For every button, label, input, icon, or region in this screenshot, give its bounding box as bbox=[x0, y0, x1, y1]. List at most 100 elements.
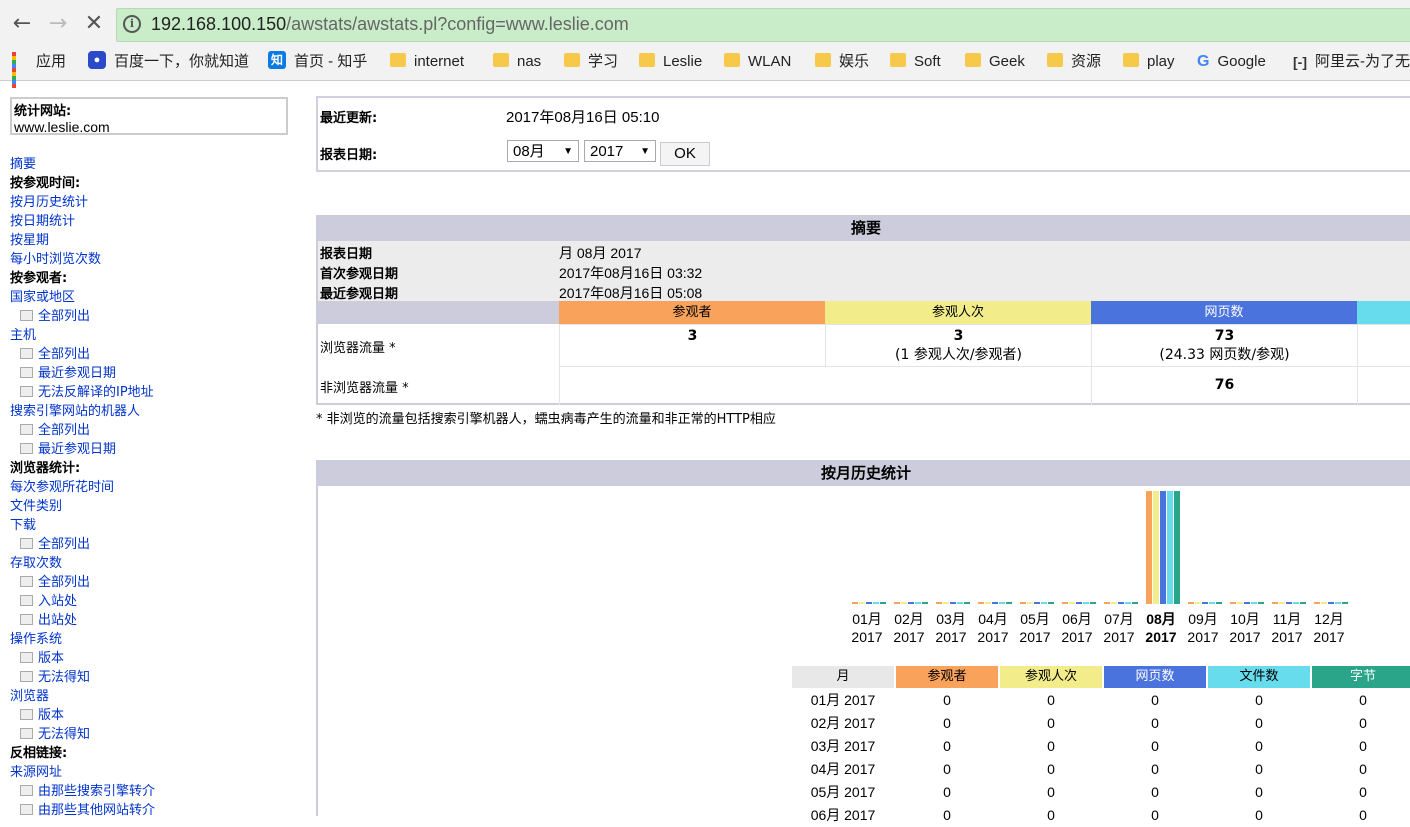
sidebar-item-32[interactable]: 来源网址 bbox=[10, 763, 300, 782]
sidebar-item-0[interactable]: 摘要 bbox=[10, 155, 300, 174]
month-label[interactable]: 08月 2017 bbox=[1141, 610, 1181, 646]
month-label[interactable]: 09月 2017 bbox=[1183, 610, 1223, 646]
sidebar-menu: 摘要 按参观时间: 按月历史统计 按日期统计 按星期 每小时浏览次数 按参观者: 国家或地区全… bbox=[10, 155, 300, 820]
menu-item-icon bbox=[20, 576, 33, 587]
folder-icon bbox=[1047, 53, 1063, 68]
bar-7-0 bbox=[1146, 491, 1152, 604]
bookmark-resources[interactable]: 资源 bbox=[1047, 50, 1101, 74]
sidebar-item-25[interactable]: 操作系统 bbox=[10, 630, 300, 649]
sidebar-item-label: 最近参观日期 bbox=[38, 366, 117, 381]
sidebar-item-label: 浏览器 bbox=[10, 689, 50, 704]
sidebar-item-30[interactable]: 无法得知 bbox=[10, 725, 300, 744]
year-select[interactable]: 2017 ▼ bbox=[584, 140, 656, 162]
sidebar-item-12[interactable]: 无法反解译的IP地址 bbox=[10, 383, 300, 402]
sidebar-item-9[interactable]: 主机 bbox=[10, 326, 300, 345]
sidebar-item-label: 无法得知 bbox=[38, 670, 91, 685]
sidebar-item-7[interactable]: 国家或地区 bbox=[10, 288, 300, 307]
sidebar-item-10[interactable]: 全部列出 bbox=[10, 345, 300, 364]
month-label[interactable]: 03月 2017 bbox=[931, 610, 971, 646]
col-visits: 参观人次 bbox=[825, 301, 1091, 324]
bar-9-3 bbox=[1251, 602, 1257, 604]
month-label[interactable]: 07月 2017 bbox=[1099, 610, 1139, 646]
month-label[interactable]: 10月 2017 bbox=[1225, 610, 1265, 646]
sidebar-item-26[interactable]: 版本 bbox=[10, 649, 300, 668]
baidu-paw-icon: ● bbox=[88, 51, 106, 70]
sidebar-item-3[interactable]: 按日期统计 bbox=[10, 212, 300, 231]
bar-6-0 bbox=[1104, 602, 1110, 604]
bookmark-baidu[interactable]: ● 百度一下，你就知道 bbox=[88, 50, 249, 74]
back-icon[interactable]: ← bbox=[8, 10, 36, 38]
sidebar-item-22[interactable]: 全部列出 bbox=[10, 573, 300, 592]
menu-item-icon bbox=[20, 310, 33, 321]
sidebar-item-17[interactable]: 每次参观所花时间 bbox=[10, 478, 300, 497]
bar-11-2 bbox=[1328, 602, 1334, 604]
history-cell: 0 bbox=[1151, 761, 1159, 777]
bookmark-study[interactable]: 学习 bbox=[564, 50, 618, 74]
ok-button[interactable]: OK bbox=[660, 142, 710, 166]
site-box: 统计网站: www.leslie.com bbox=[10, 97, 288, 135]
bookmark-geek[interactable]: Geek bbox=[965, 50, 1025, 74]
history-cell: 0 bbox=[1359, 738, 1367, 754]
sidebar-item-24[interactable]: 出站处 bbox=[10, 611, 300, 630]
sidebar-item-18[interactable]: 文件类别 bbox=[10, 497, 300, 516]
month-select[interactable]: 08月 ▼ bbox=[507, 140, 579, 162]
sidebar-item-14[interactable]: 全部列出 bbox=[10, 421, 300, 440]
month-label[interactable]: 11月 2017 bbox=[1267, 610, 1307, 646]
bookmark-wlan[interactable]: WLAN bbox=[724, 50, 791, 74]
site-info-icon[interactable]: i bbox=[123, 15, 141, 33]
zhihu-icon: 知 bbox=[268, 51, 286, 70]
sidebar-item-8[interactable]: 全部列出 bbox=[10, 307, 300, 326]
menu-item-icon bbox=[20, 424, 33, 435]
sidebar-item-13[interactable]: 搜索引擎网站的机器人 bbox=[10, 402, 300, 421]
sidebar-item-21[interactable]: 存取次数 bbox=[10, 554, 300, 573]
bookmark-entertainment[interactable]: 娱乐 bbox=[815, 50, 869, 74]
history-box: 01月 2017 02月 2017 03月 2017 04月 2017 05月 2017 06月 20… bbox=[316, 486, 1410, 823]
sidebar-item-label: 入站处 bbox=[38, 594, 78, 609]
sidebar-item-5[interactable]: 每小时浏览次数 bbox=[10, 250, 300, 269]
forward-icon[interactable]: → bbox=[44, 10, 72, 38]
folder-icon bbox=[1123, 53, 1139, 68]
sidebar-item-label: 主机 bbox=[10, 328, 37, 343]
sidebar-item-4[interactable]: 按星期 bbox=[10, 231, 300, 250]
sidebar-item-2[interactable]: 按月历史统计 bbox=[10, 193, 300, 212]
month-label[interactable]: 06月 2017 bbox=[1057, 610, 1097, 646]
bookmark-soft[interactable]: Soft bbox=[890, 50, 941, 74]
month-label[interactable]: 05月 2017 bbox=[1015, 610, 1055, 646]
month-label[interactable]: 02月 2017 bbox=[889, 610, 929, 646]
menu-item-icon bbox=[20, 367, 33, 378]
stop-loading-icon[interactable]: ✕ bbox=[80, 10, 108, 38]
history-col-header: 网页数 bbox=[1104, 666, 1206, 688]
sidebar-item-33[interactable]: 由那些搜索引擎转介 bbox=[10, 782, 300, 801]
month-label[interactable]: 01月 2017 bbox=[847, 610, 887, 646]
sidebar-item-label: 来源网址 bbox=[10, 765, 63, 780]
history-cell: 0 bbox=[1255, 761, 1263, 777]
bookmark-aliyun[interactable]: [-] 阿里云-为了无 bbox=[1293, 50, 1410, 74]
sidebar-item-23[interactable]: 入站处 bbox=[10, 592, 300, 611]
address-url[interactable]: 192.168.100.150/awstats/awstats.pl?confi… bbox=[151, 14, 629, 35]
bookmark-nas[interactable]: nas bbox=[493, 50, 541, 74]
bookmark-internet[interactable]: internet bbox=[390, 50, 464, 74]
address-bar[interactable]: i 192.168.100.150/awstats/awstats.pl?con… bbox=[116, 8, 1410, 42]
bookmark-play[interactable]: play bbox=[1123, 50, 1175, 74]
site-value: www.leslie.com bbox=[14, 119, 110, 135]
bar-0-1 bbox=[859, 602, 865, 604]
sidebar-item-20[interactable]: 全部列出 bbox=[10, 535, 300, 554]
bookmark-zhihu[interactable]: 知首页 - 知乎 bbox=[268, 50, 367, 74]
sidebar-item-29[interactable]: 版本 bbox=[10, 706, 300, 725]
bar-5-0 bbox=[1062, 602, 1068, 604]
sidebar-item-15[interactable]: 最近参观日期 bbox=[10, 440, 300, 459]
bookmark-google[interactable]: G Google bbox=[1197, 50, 1266, 74]
month-label[interactable]: 04月 2017 bbox=[973, 610, 1013, 646]
history-col-header: 参观人次 bbox=[1000, 666, 1102, 688]
sidebar-item-27[interactable]: 无法得知 bbox=[10, 668, 300, 687]
bar-0-2 bbox=[866, 602, 872, 604]
sidebar-item-11[interactable]: 最近参观日期 bbox=[10, 364, 300, 383]
month-label[interactable]: 12月 2017 bbox=[1309, 610, 1349, 646]
bookmark-leslie[interactable]: Leslie bbox=[639, 50, 702, 74]
sidebar-item-34[interactable]: 由那些其他网站转介 bbox=[10, 801, 300, 820]
summary-corner bbox=[318, 301, 559, 324]
sidebar-item-19[interactable]: 下载 bbox=[10, 516, 300, 535]
bookmark-apps[interactable]: 应用 bbox=[12, 50, 66, 89]
nonbrowser-empty-cell bbox=[559, 366, 1091, 405]
sidebar-item-28[interactable]: 浏览器 bbox=[10, 687, 300, 706]
